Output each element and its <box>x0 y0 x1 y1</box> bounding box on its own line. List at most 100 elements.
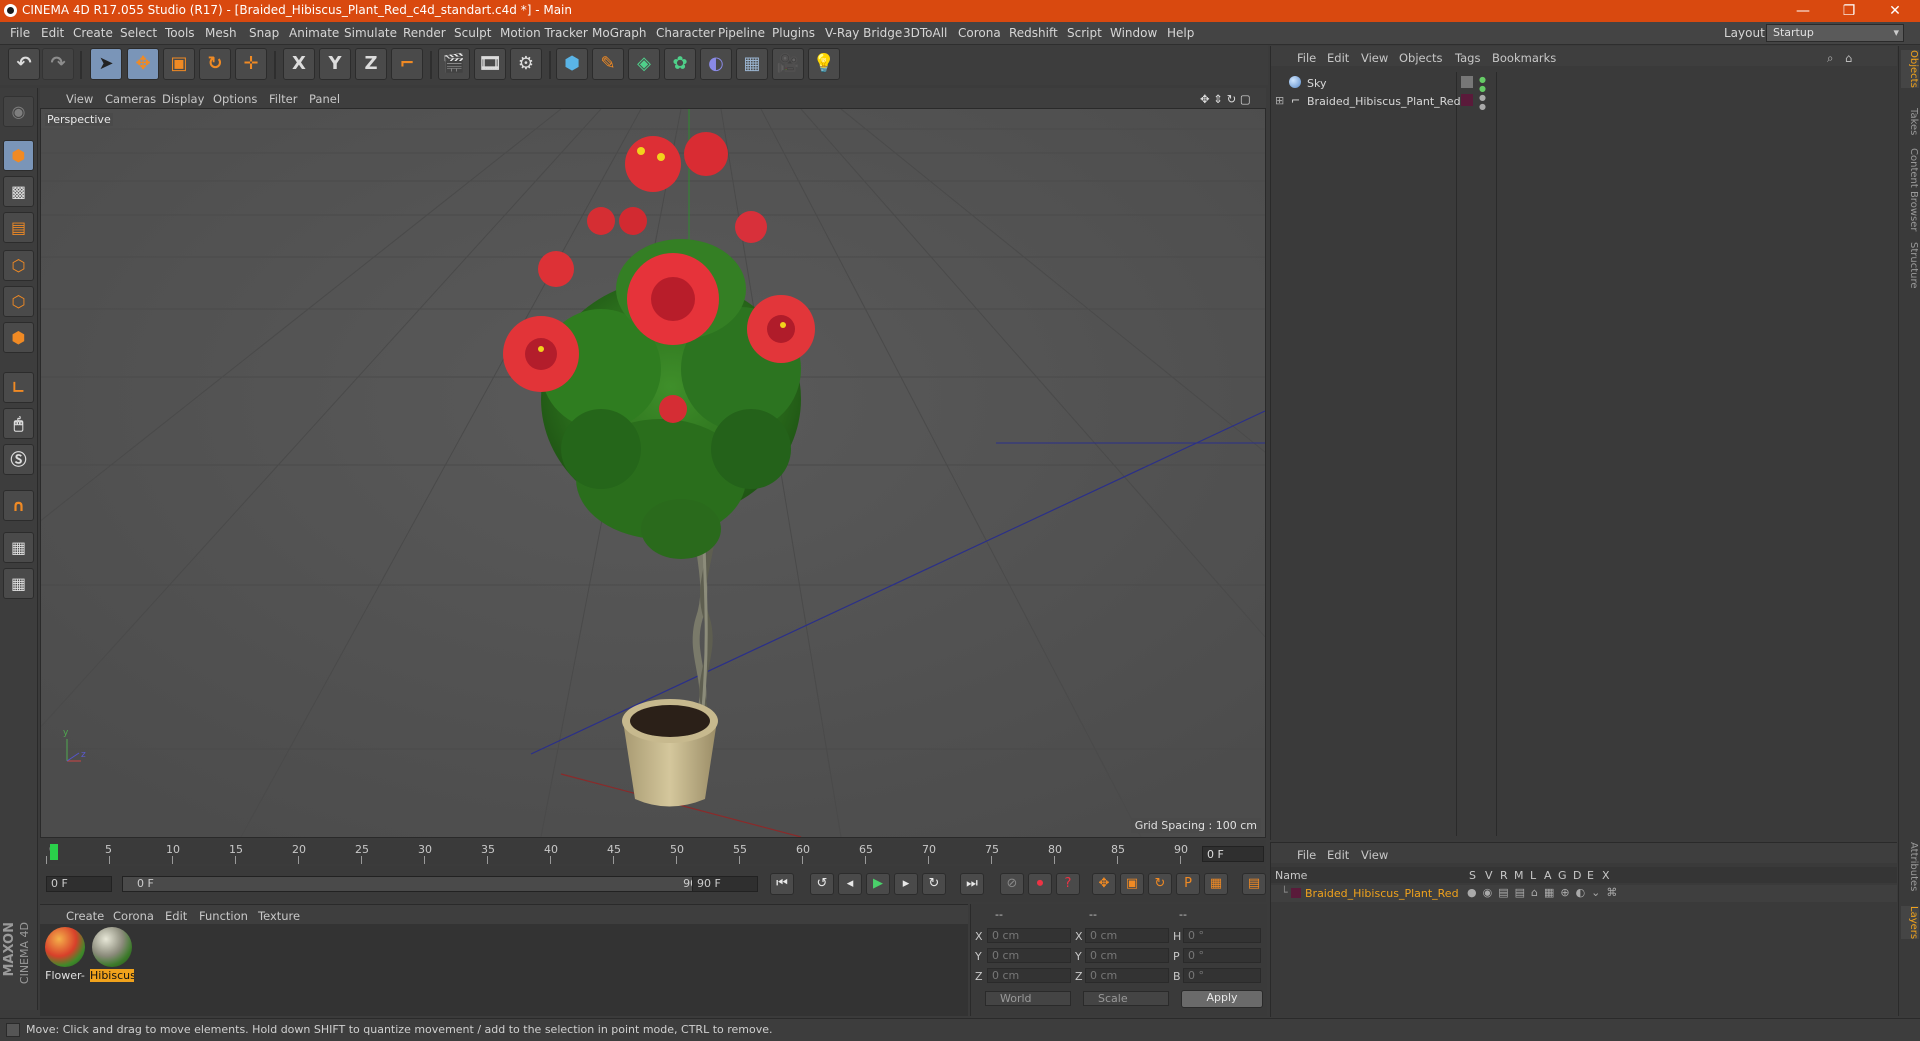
layer-toggle-icons[interactable]: ●◉▤▤⌂▦⊕◐⌄⌘ <box>1467 886 1623 899</box>
size-mode-dropdown[interactable]: Scale <box>1083 991 1169 1006</box>
playhead[interactable] <box>50 844 58 860</box>
model-mode-button[interactable]: ⬢ <box>3 140 34 171</box>
tab-objects[interactable]: Objects <box>1901 50 1919 88</box>
planar-workplane-button[interactable]: ▦ <box>3 568 34 599</box>
menu-pipeline[interactable]: Pipeline <box>718 26 765 40</box>
om-menu-edit[interactable]: Edit <box>1327 51 1349 65</box>
material-menu-texture[interactable]: Texture <box>258 909 300 923</box>
restore-button[interactable]: ❐ <box>1826 0 1872 22</box>
record-keys-button[interactable]: ⊘ <box>1000 873 1024 895</box>
subdivision-surface-button[interactable]: ◈ <box>628 48 660 80</box>
om-menu-file[interactable]: File <box>1297 51 1316 65</box>
previous-key-button[interactable]: ↺ <box>810 873 834 895</box>
record-scale-button[interactable]: ▣ <box>1120 873 1144 895</box>
menu-mesh[interactable]: Mesh <box>205 26 237 40</box>
menu-animate[interactable]: Animate <box>289 26 339 40</box>
position-z-field[interactable]: 0 cm <box>987 968 1071 983</box>
material-flower[interactable]: Flower- <box>43 927 87 983</box>
menu-3dtoall[interactable]: 3DToAll <box>903 26 947 40</box>
next-key-button[interactable]: ↻ <box>922 873 946 895</box>
record-position-button[interactable]: ✥ <box>1092 873 1116 895</box>
material-menu-function[interactable]: Function <box>199 909 248 923</box>
size-z-field[interactable]: 0 cm <box>1085 968 1169 983</box>
x-axis-lock[interactable]: X <box>283 48 315 80</box>
viewport-menu-panel[interactable]: Panel <box>309 92 340 106</box>
record-rotation-button[interactable]: ↻ <box>1148 873 1172 895</box>
layout-select[interactable]: Startup <box>1766 24 1904 42</box>
edges-mode-button[interactable]: ⬡ <box>3 286 34 317</box>
om-menu-objects[interactable]: Objects <box>1399 51 1442 65</box>
solo-button[interactable]: Ⓢ <box>3 444 34 475</box>
material-menu-corona[interactable]: Corona <box>113 909 154 923</box>
z-axis-lock[interactable]: Z <box>355 48 387 80</box>
menu-motion-tracker[interactable]: Motion Tracker <box>500 26 588 40</box>
axis-mode-button[interactable]: ∟ <box>3 372 34 403</box>
lm-menu-edit[interactable]: Edit <box>1327 848 1349 862</box>
keyframe-selection-button[interactable]: ? <box>1056 873 1080 895</box>
lm-menu-view[interactable]: View <box>1361 848 1388 862</box>
menu-sculpt[interactable]: Sculpt <box>454 26 491 40</box>
pen-spline-button[interactable]: ✎ <box>592 48 624 80</box>
record-point-level-button[interactable]: ▦ <box>1204 873 1228 895</box>
om-menu-bookmarks[interactable]: Bookmarks <box>1492 51 1556 65</box>
previous-frame-button[interactable]: ◂ <box>838 873 862 895</box>
object-visibility-dots[interactable]: ● ● <box>1479 93 1486 111</box>
end-frame-field[interactable]: 90 F <box>692 876 758 892</box>
om-search-icon[interactable]: ⌕ <box>1827 51 1833 66</box>
menu-redshift[interactable]: Redshift <box>1009 26 1058 40</box>
position-x-field[interactable]: 0 cm <box>987 928 1071 943</box>
viewport-menu-cameras[interactable]: Cameras <box>105 92 156 106</box>
om-home-icon[interactable]: ⌂ <box>1845 51 1852 65</box>
y-axis-lock[interactable]: Y <box>319 48 351 80</box>
position-y-field[interactable]: 0 cm <box>987 948 1071 963</box>
menu-simulate[interactable]: Simulate <box>344 26 397 40</box>
menu-snap[interactable]: Snap <box>249 26 279 40</box>
go-to-start-button[interactable]: ⏮ <box>770 873 794 895</box>
locked-workplane-button[interactable]: ▦ <box>3 532 34 563</box>
rotation-h-field[interactable]: 0 ° <box>1183 928 1261 943</box>
sky-layer-swatch[interactable] <box>1461 76 1473 88</box>
workplane-mode-button[interactable]: ▤ <box>3 212 34 243</box>
timeline-window-button[interactable]: ▤ <box>1242 873 1266 895</box>
cube-object-button[interactable]: ⬢ <box>556 48 588 80</box>
menu-tools[interactable]: Tools <box>165 26 195 40</box>
make-editable-button[interactable]: ◉ <box>3 96 34 127</box>
tab-takes[interactable]: Takes <box>1901 108 1919 135</box>
minimize-button[interactable]: — <box>1780 0 1826 22</box>
material-menu-create[interactable]: Create <box>66 909 104 923</box>
menu-create[interactable]: Create <box>73 26 113 40</box>
menu-character[interactable]: Character <box>656 26 715 40</box>
menu-corona[interactable]: Corona <box>958 26 1001 40</box>
size-x-field[interactable]: 0 cm <box>1085 928 1169 943</box>
timeline-ruler[interactable]: 0 5 10 15 20 25 30 35 40 45 50 55 60 65 … <box>40 840 1266 864</box>
floor-button[interactable]: ▦ <box>736 48 768 80</box>
render-to-picture-viewer-button[interactable]: 🎞 <box>474 48 506 80</box>
tab-content-browser[interactable]: Content Browser <box>1901 148 1919 231</box>
menu-render[interactable]: Render <box>403 26 446 40</box>
scale-tool[interactable]: ▣ <box>163 48 195 80</box>
viewport-menu-display[interactable]: Display <box>162 92 204 106</box>
sky-visibility-dots[interactable]: ● ● <box>1479 75 1486 93</box>
menu-edit[interactable]: Edit <box>41 26 64 40</box>
apply-button[interactable]: Apply <box>1181 990 1263 1008</box>
redo-button[interactable]: ↷ <box>42 48 74 80</box>
move-tool[interactable]: ✥ <box>127 48 159 80</box>
bend-deformer-button[interactable]: ◐ <box>700 48 732 80</box>
object-row-sky[interactable]: Sky ● ● <box>1271 74 1897 93</box>
next-frame-button[interactable]: ▸ <box>894 873 918 895</box>
coordinate-system-button[interactable]: ⌐ <box>391 48 423 80</box>
tab-layers[interactable]: Layers <box>1901 906 1919 940</box>
coordinate-mode-dropdown[interactable]: World <box>985 991 1071 1006</box>
viewport-menu-options[interactable]: Options <box>213 92 257 106</box>
layer-color-swatch[interactable] <box>1291 888 1301 898</box>
start-frame-field[interactable]: 0 F <box>46 876 112 892</box>
menu-mograph[interactable]: MoGraph <box>592 26 647 40</box>
material-hibiscus[interactable]: Hibiscus <box>90 927 134 983</box>
menu-vray-bridge[interactable]: V-Ray Bridge <box>825 26 902 40</box>
object-row-braided-hibiscus[interactable]: ⊞ ⌐ Braided_Hibiscus_Plant_Red ● ● <box>1271 92 1897 111</box>
edit-render-settings-button[interactable]: ⚙ <box>510 48 542 80</box>
material-menu-edit[interactable]: Edit <box>165 909 187 923</box>
viewport-navigation-icons[interactable]: ✥ ⇕ ↻ ▢ <box>1200 92 1251 106</box>
preview-range-slider[interactable]: 0 F 90 F <box>122 876 722 892</box>
points-mode-button[interactable]: ⬡ <box>3 250 34 281</box>
